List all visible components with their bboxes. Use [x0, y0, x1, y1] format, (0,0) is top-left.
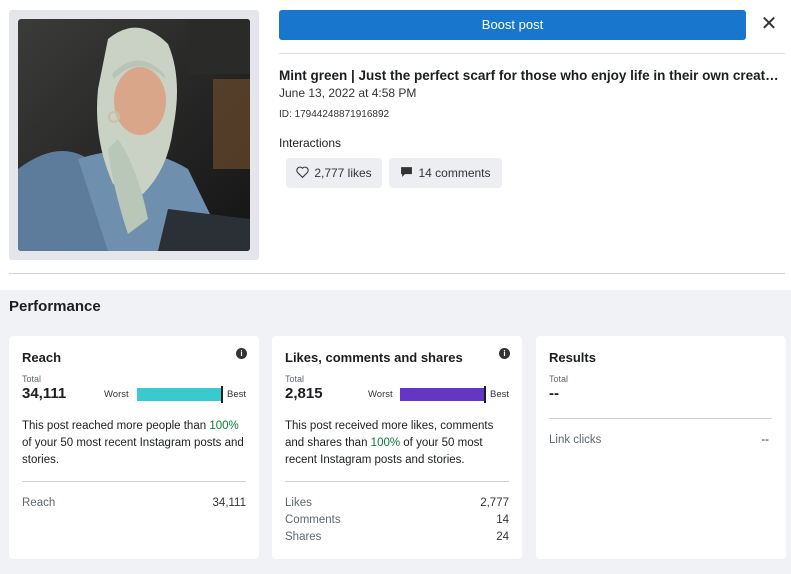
comments-count: 14 comments — [418, 166, 491, 180]
metric-value: 14 — [496, 514, 509, 526]
results-card: Results Total -- Link clicks -- — [536, 336, 786, 559]
best-marker — [221, 386, 223, 403]
post-header-panel: Boost post ✕ Mint green | Just the perfe… — [0, 0, 791, 290]
divider — [285, 481, 509, 482]
likes-chip[interactable]: 2,777 likes — [286, 158, 382, 188]
reach-description: This post reached more people than 100% … — [22, 418, 247, 469]
metric-label: Link clicks — [549, 434, 602, 446]
metric-row: Shares 24 — [285, 531, 509, 543]
comment-icon — [400, 166, 413, 181]
card-title: Likes, comments and shares — [285, 350, 463, 365]
post-id: ID: 17944248871916892 — [279, 109, 390, 120]
metric-label: Comments — [285, 514, 341, 526]
metric-label: Shares — [285, 531, 322, 543]
divider — [9, 273, 785, 274]
heart-icon — [296, 166, 310, 181]
engagement-bar — [400, 386, 486, 403]
interactions-heading: Interactions — [279, 136, 342, 150]
card-title: Reach — [22, 350, 62, 365]
desc-percent: 100% — [370, 437, 401, 449]
metric-row: Link clicks -- — [549, 434, 769, 446]
reach-bar-fill — [137, 388, 221, 401]
metric-row: Reach 34,111 — [22, 497, 246, 509]
metric-label: Reach — [22, 497, 56, 509]
boost-post-button[interactable]: Boost post — [279, 10, 746, 40]
desc-text: of your 50 most recent Instagram posts a… — [22, 437, 244, 466]
total-label: Total — [285, 374, 305, 384]
post-thumbnail-frame — [9, 10, 259, 260]
metric-row: Comments 14 — [285, 514, 509, 526]
post-date: June 13, 2022 at 4:58 PM — [279, 86, 417, 100]
best-label: Best — [490, 389, 510, 400]
performance-heading: Performance — [9, 298, 101, 315]
comments-chip[interactable]: 14 comments — [389, 158, 502, 188]
worst-label: Worst — [104, 389, 129, 400]
total-value: 34,111 — [22, 385, 67, 402]
metric-row: Likes 2,777 — [285, 497, 509, 509]
best-label: Best — [227, 389, 247, 400]
desc-text: This post reached more people than — [22, 420, 210, 432]
metric-value: -- — [761, 434, 769, 446]
engagement-description: This post received more likes, comments … — [285, 418, 510, 469]
divider — [279, 53, 785, 54]
divider — [549, 418, 772, 419]
best-marker — [484, 386, 486, 403]
total-value: -- — [549, 385, 559, 402]
card-title: Results — [549, 350, 596, 365]
worst-label: Worst — [368, 389, 393, 400]
post-thumbnail-image[interactable] — [18, 19, 250, 251]
likes-count: 2,777 likes — [314, 166, 372, 180]
info-icon[interactable]: i — [236, 348, 247, 359]
total-value: 2,815 — [285, 385, 323, 402]
metric-label: Likes — [285, 497, 312, 509]
desc-percent: 100% — [209, 420, 239, 432]
close-icon[interactable]: ✕ — [759, 14, 779, 36]
divider — [22, 481, 246, 482]
total-label: Total — [549, 374, 569, 384]
metric-value: 24 — [496, 531, 509, 543]
engagement-card: Likes, comments and shares i Total 2,815… — [272, 336, 522, 559]
reach-card: Reach i Total 34,111 Worst Best This pos… — [9, 336, 259, 559]
info-icon[interactable]: i — [499, 348, 510, 359]
metric-value: 34,111 — [212, 497, 246, 509]
total-label: Total — [22, 374, 42, 384]
metric-value: 2,777 — [480, 497, 509, 509]
reach-bar — [137, 386, 223, 403]
engagement-bar-fill — [400, 388, 484, 401]
post-caption: Mint green | Just the perfect scarf for … — [279, 68, 779, 83]
